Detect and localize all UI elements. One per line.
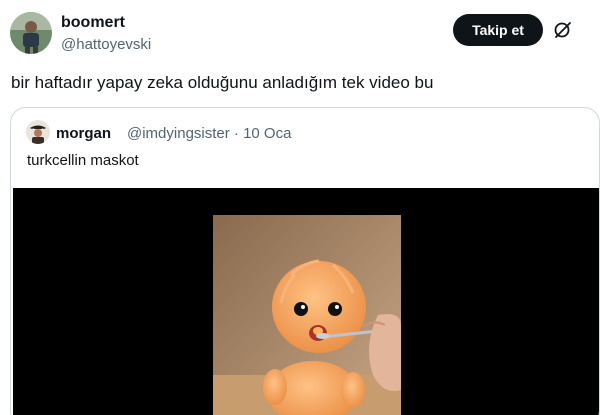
author-name[interactable]: boomert [61,14,125,32]
author-avatar-image [10,12,52,54]
quoted-tweet-text: turkcellin maskot [27,152,139,169]
video-frame [213,215,401,415]
quoted-tweet-card[interactable]: morgan @imdyingsister · 10 Oca turkcelli… [10,107,600,415]
quoted-author-avatar-image [26,120,50,144]
author-handle[interactable]: @hattoyevski [61,36,151,53]
tweet-text: bir haftadır yapay zeka olduğunu anladığ… [11,73,434,92]
quoted-author-meta[interactable]: @imdyingsister · 10 Oca [127,125,291,142]
tweet-header: boomert @hattoyevski Takip et [0,0,600,60]
video-thumbnail [213,215,401,415]
video-player[interactable] [13,188,599,415]
grok-icon[interactable] [553,20,573,40]
follow-button[interactable]: Takip et [453,14,543,46]
quoted-author-avatar[interactable] [26,120,50,144]
author-avatar[interactable] [10,12,52,54]
quoted-author-name[interactable]: morgan [56,125,111,142]
